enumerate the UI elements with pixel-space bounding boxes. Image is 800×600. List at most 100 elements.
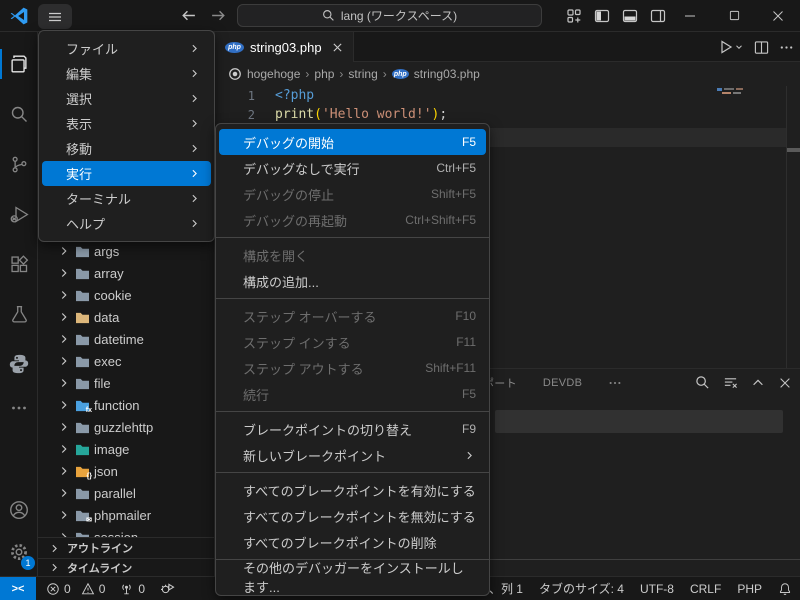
menu-item-restart-debugging: デバッグの再起動Ctrl+Shift+F5 <box>219 207 486 233</box>
list-item[interactable]: fx function <box>38 394 215 416</box>
timeline-section-header[interactable]: タイムライン <box>38 558 215 576</box>
list-item[interactable]: guzzlehttp <box>38 416 215 438</box>
line-number: 2 <box>215 108 255 122</box>
breadcrumb-item[interactable]: hogehoge <box>247 67 300 81</box>
settings-gear-icon[interactable]: 1 <box>0 532 38 572</box>
explorer-icon[interactable] <box>0 44 38 84</box>
list-item[interactable]: data <box>38 306 215 328</box>
debug-status[interactable] <box>159 581 175 596</box>
panel-close-icon[interactable] <box>778 376 792 390</box>
panel-search-icon[interactable] <box>695 375 710 390</box>
menu-item-label: デバッグの開始 <box>243 133 462 152</box>
chevron-right-icon <box>188 67 201 80</box>
menu-item-selection[interactable]: 選択 <box>42 86 211 111</box>
back-button[interactable] <box>180 7 197 24</box>
menu-item-label: すべてのブレークポイントを無効にする <box>243 507 476 526</box>
search-box[interactable]: lang (ワークスペース) <box>237 4 542 27</box>
run-debug-icon[interactable] <box>0 194 38 234</box>
menu-item-run-without-debugging[interactable]: デバッグなしで実行Ctrl+F5 <box>219 155 486 181</box>
list-item[interactable]: session <box>38 526 215 537</box>
list-item[interactable]: parallel <box>38 482 215 504</box>
menu-item-view[interactable]: 表示 <box>42 111 211 136</box>
menu-item-remove-all-breakpoints[interactable]: すべてのブレークポイントの削除 <box>219 529 486 555</box>
list-item[interactable]: cookie <box>38 284 215 306</box>
menu-item-add-configuration[interactable]: 構成の追加... <box>219 268 486 294</box>
account-icon[interactable] <box>0 490 38 530</box>
list-item[interactable]: image <box>38 438 215 460</box>
list-item[interactable]: exec <box>38 350 215 372</box>
menu-item-terminal[interactable]: ターミナル <box>42 186 211 211</box>
minimap <box>722 92 731 94</box>
ports-status[interactable]: 0 <box>119 582 145 596</box>
indentation[interactable]: タブのサイズ: 4 <box>539 580 624 597</box>
line-number: 1 <box>215 89 255 103</box>
menu-item-label: デバッグの停止 <box>243 185 431 204</box>
clear-console-icon[interactable] <box>723 375 738 390</box>
menu-item-help[interactable]: ヘルプ <box>42 211 211 236</box>
tab-close-icon[interactable] <box>332 42 343 53</box>
problems-status[interactable]: 0 0 <box>46 582 105 596</box>
menu-item-file[interactable]: ファイル <box>42 36 211 61</box>
toggle-panel-button[interactable] <box>622 8 638 24</box>
maximize-button[interactable] <box>712 0 756 31</box>
testing-icon[interactable] <box>0 294 38 334</box>
tab-devdb[interactable]: DEVDB <box>543 377 582 389</box>
minimize-button[interactable] <box>668 0 712 31</box>
list-item[interactable]: array <box>38 262 215 284</box>
more-views-icon[interactable] <box>0 388 38 428</box>
radio-tower-icon <box>119 582 134 596</box>
forward-button[interactable] <box>210 7 227 24</box>
title-bar: lang (ワークスペース) <box>0 0 800 32</box>
menu-item-disable-all-breakpoints[interactable]: すべてのブレークポイントを無効にする <box>219 503 486 529</box>
panel-input-field[interactable] <box>495 410 783 433</box>
scrollbar-cursor-mark[interactable] <box>787 148 800 152</box>
outline-label: アウトライン <box>67 540 133 556</box>
list-item[interactable]: datetime <box>38 328 215 350</box>
customize-layout-button[interactable] <box>566 8 582 24</box>
split-editor-button[interactable] <box>754 40 769 55</box>
breadcrumb-item[interactable]: string03.php <box>414 67 480 81</box>
remote-indicator[interactable]: >< <box>0 577 36 600</box>
panel-more-tabs-icon[interactable] <box>608 376 622 390</box>
list-item[interactable]: ✉ phpmailer <box>38 504 215 526</box>
list-item[interactable]: file <box>38 372 215 394</box>
menu-item-install-additional-debuggers[interactable]: その他のデバッガーをインストールします... <box>219 564 486 590</box>
menu-item-shortcut: F11 <box>456 335 476 349</box>
menu-item-continue: 続行F5 <box>219 381 486 407</box>
toggle-secondary-sidebar-button[interactable] <box>650 8 666 24</box>
vscode-window: lang (ワークスペース) <box>0 0 800 600</box>
warning-count: 0 <box>99 582 106 596</box>
minimap <box>717 88 722 91</box>
menu-item-new-breakpoint[interactable]: 新しいブレークポイント <box>219 442 486 468</box>
debug-icon <box>159 581 175 596</box>
menu-item-shortcut: Shift+F11 <box>425 361 476 375</box>
menu-button[interactable] <box>38 4 72 29</box>
list-item[interactable]: args <box>38 240 215 262</box>
extensions-icon[interactable] <box>0 244 38 284</box>
eol-sequence[interactable]: CRLF <box>690 582 721 596</box>
menu-item-toggle-breakpoint[interactable]: ブレークポイントの切り替えF9 <box>219 416 486 442</box>
folder-function-icon: fx <box>75 399 90 412</box>
menu-item-run[interactable]: 実行 <box>42 161 211 186</box>
editor-more-actions-button[interactable] <box>779 40 794 55</box>
python-icon[interactable] <box>0 344 38 384</box>
toggle-primary-sidebar-button[interactable] <box>594 8 610 24</box>
breadcrumb-item[interactable]: string <box>348 67 377 81</box>
menu-item-edit[interactable]: 編集 <box>42 61 211 86</box>
search-view-icon[interactable] <box>0 94 38 134</box>
list-item[interactable]: {} json <box>38 460 215 482</box>
run-button[interactable] <box>718 39 744 55</box>
panel-maximize-icon[interactable] <box>751 376 765 390</box>
encoding[interactable]: UTF-8 <box>640 582 674 596</box>
search-icon <box>322 9 335 22</box>
source-control-icon[interactable] <box>0 144 38 184</box>
menu-item-enable-all-breakpoints[interactable]: すべてのブレークポイントを有効にする <box>219 477 486 503</box>
breadcrumb-item[interactable]: php <box>314 67 334 81</box>
close-window-button[interactable] <box>756 0 800 31</box>
language-mode[interactable]: PHP <box>737 582 762 596</box>
notifications-bell-icon[interactable] <box>778 582 792 596</box>
menu-item-go[interactable]: 移動 <box>42 136 211 161</box>
outline-section-header[interactable]: アウトライン <box>38 537 215 558</box>
menu-item-start-debugging[interactable]: デバッグの開始F5 <box>219 129 486 155</box>
tab-string03-php[interactable]: php string03.php <box>215 32 354 62</box>
